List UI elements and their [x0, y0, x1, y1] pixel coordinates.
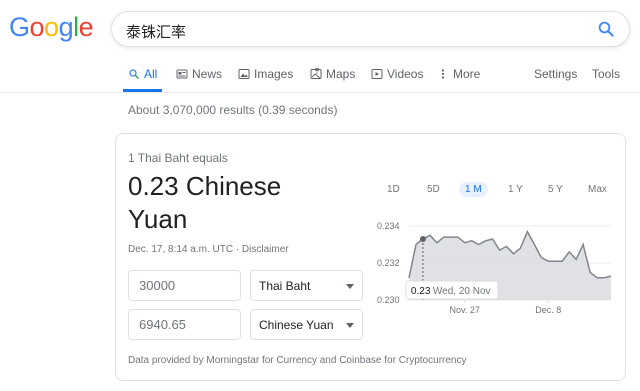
search-nav: All News Images Maps Videos More Setting… [0, 58, 640, 93]
currency-converter-card: 1 Thai Baht equals 0.23 Chinese Yuan Dec… [115, 133, 626, 381]
result-line: 0.23 Chinese [128, 171, 282, 201]
data-credit: Data provided by Morningstar for Currenc… [128, 355, 467, 366]
to-amount-input[interactable]: 6940.65 [128, 309, 241, 340]
tab-label: Images [254, 67, 294, 81]
tab-label: Maps [326, 67, 356, 81]
logo-letter: G [9, 12, 30, 42]
exchange-rate-chart[interactable]: 0.234 0.232 0.230 0.23 Wed, 20 Nov Nov. 27 Dec… [371, 214, 617, 320]
search-box[interactable]: 泰铢汇率 [111, 11, 630, 47]
google-logo[interactable]: Google [9, 12, 94, 43]
tab-label: More [453, 67, 481, 81]
tab-tools[interactable]: Tools [592, 67, 620, 81]
logo-letter: g [58, 12, 74, 42]
search-icon [129, 69, 140, 80]
tab-all[interactable]: All [128, 67, 157, 81]
rate-timestamp[interactable]: Dec. 17, 8:14 a.m. UTC · Disclaimer [128, 244, 289, 255]
tab-label: Tools [592, 67, 621, 81]
from-amount-input[interactable]: 30000 [128, 270, 241, 301]
tab-label: All [144, 67, 158, 81]
tab-settings[interactable]: Settings [534, 67, 577, 81]
y-tick-label: 0.234 [377, 221, 400, 231]
tab-maps[interactable]: Maps [310, 67, 355, 81]
tooltip-date: Wed, 20 Nov [433, 286, 491, 297]
conversion-result: 0.23 Chinese Yuan [128, 170, 358, 236]
range-1y[interactable]: 1 Y [508, 184, 523, 195]
logo-letter: o [29, 12, 45, 42]
map-icon [310, 68, 322, 79]
search-icon[interactable] [597, 20, 615, 38]
range-max[interactable]: Max [588, 184, 607, 195]
tab-videos[interactable]: Videos [371, 67, 423, 81]
play-icon [371, 69, 383, 79]
more-icon [441, 69, 445, 79]
search-input[interactable]: 泰铢汇率 [126, 21, 186, 42]
select-value: Chinese Yuan [259, 318, 334, 332]
logo-letter: o [44, 12, 59, 42]
logo-letter: e [78, 12, 94, 42]
equals-label: 1 Thai Baht equals [128, 151, 228, 165]
result-stats: About 3,070,000 results (0.39 seconds) [128, 103, 338, 117]
y-tick-label: 0.230 [377, 295, 400, 305]
news-icon [176, 69, 188, 79]
x-tick-label: Dec. 8 [535, 305, 561, 315]
x-tick-label: Nov. 27 [450, 305, 480, 315]
tab-label: Settings [534, 67, 578, 81]
range-1m[interactable]: 1 M [459, 182, 488, 197]
hover-point [419, 235, 426, 242]
tab-label: News [192, 67, 223, 81]
caret-down-icon [346, 323, 354, 328]
tab-label: Videos [387, 67, 424, 81]
result-line: Yuan [128, 204, 188, 234]
tooltip-value: 0.23 [411, 286, 431, 297]
image-icon [238, 69, 250, 79]
select-value: Thai Baht [259, 279, 311, 293]
to-currency-select[interactable]: Chinese Yuan [250, 309, 363, 340]
y-tick-label: 0.232 [377, 258, 400, 268]
caret-down-icon [346, 284, 354, 289]
range-5d[interactable]: 5D [427, 184, 440, 195]
tab-more[interactable]: More [437, 67, 480, 81]
active-tab-indicator [123, 89, 162, 92]
from-currency-select[interactable]: Thai Baht [250, 270, 363, 301]
tab-images[interactable]: Images [238, 67, 293, 81]
range-1d[interactable]: 1D [387, 184, 400, 195]
tab-news[interactable]: News [176, 67, 222, 81]
range-5y[interactable]: 5 Y [548, 184, 563, 195]
